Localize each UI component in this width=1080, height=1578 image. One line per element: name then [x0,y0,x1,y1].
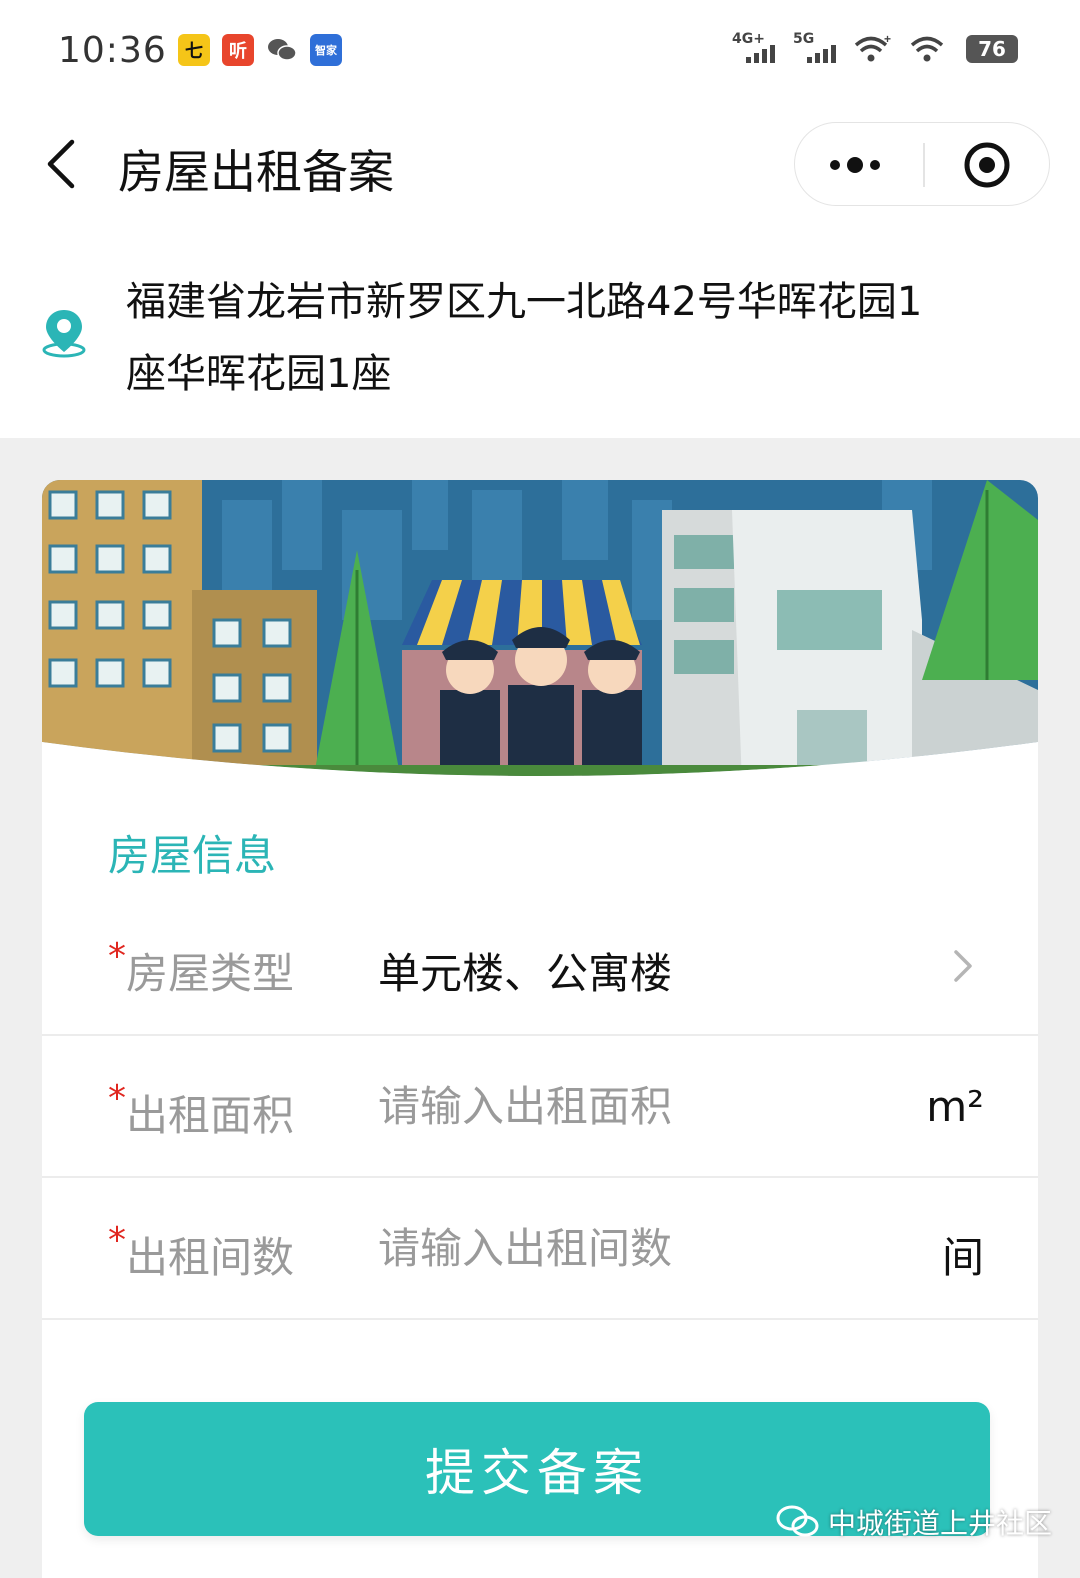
app-notification-icon: 七 [178,34,210,66]
page-title: 房屋出租备案 [118,145,394,199]
target-close-icon [964,142,1010,188]
watermark: 中城街道上井社区 [776,1502,1052,1542]
svg-text:+: + [884,34,891,46]
rental-area-label: *出租面积 [108,1078,295,1140]
app-notification-icon: 听 [222,34,254,66]
house-type-row[interactable]: *房屋类型 单元楼、公寓楼 [42,894,1038,1036]
rental-area-row: *出租面积 m² [42,1036,1038,1178]
rental-area-input[interactable] [378,1076,898,1136]
house-type-value: 单元楼、公寓楼 [378,949,673,998]
chevron-right-icon [954,950,972,982]
address-text: 福建省龙岩市新罗区九一北路42号华晖花园1 座华晖花园1座 [126,266,1026,410]
app-notification-icon: 智家 [310,34,342,66]
wifi-icon [910,36,944,62]
room-unit: 间 [941,1233,984,1282]
banner-illustration [42,480,1038,785]
battery-icon: 76 [966,35,1018,63]
signal-icon: 5G [793,31,836,63]
address-panel: 福建省龙岩市新罗区九一北路42号华晖花园1 座华晖花园1座 [0,230,1080,438]
back-button[interactable] [40,134,90,194]
address-line-1: 福建省龙岩市新罗区九一北路42号华晖花园1 [126,279,923,325]
house-type-label: *房屋类型 [108,936,295,998]
nav-bar: 房屋出租备案 [0,100,1080,230]
more-dots-icon [830,157,880,173]
wifi-plus-icon: + [854,34,891,62]
location-pin-icon [42,310,86,358]
chevron-left-icon [47,139,75,189]
address-line-2: 座华晖花园1座 [126,351,392,397]
room-count-input[interactable] [378,1218,898,1278]
room-count-label: *出租间数 [108,1220,295,1282]
section-title: 房屋信息 [108,831,277,880]
more-button[interactable] [795,123,923,207]
status-time: 10:36 [58,30,167,71]
status-bar: 10:36 七 听 智家 4G+ 5G + 76 [0,0,1080,100]
notification-icons: 七 听 智家 [178,34,342,66]
required-mark: * [108,1078,126,1119]
wechat-icon [776,1505,819,1537]
system-icons: 4G+ 5G + 76 [732,31,1018,64]
room-count-row: *出租间数 间 [42,1178,1038,1320]
close-miniprogram-button[interactable] [923,123,1051,207]
required-mark: * [108,936,126,977]
required-mark: * [108,1220,126,1261]
miniprogram-capsule [794,122,1050,206]
wechat-icon [266,34,298,66]
area-unit: m² [926,1082,984,1131]
form-card: 房屋信息 *房屋类型 单元楼、公寓楼 *出租面积 m² *出租间数 间 提交备案 [42,480,1038,1578]
watermark-text: 中城街道上井社区 [828,1507,1053,1540]
signal-icon: 4G+ [732,31,775,63]
